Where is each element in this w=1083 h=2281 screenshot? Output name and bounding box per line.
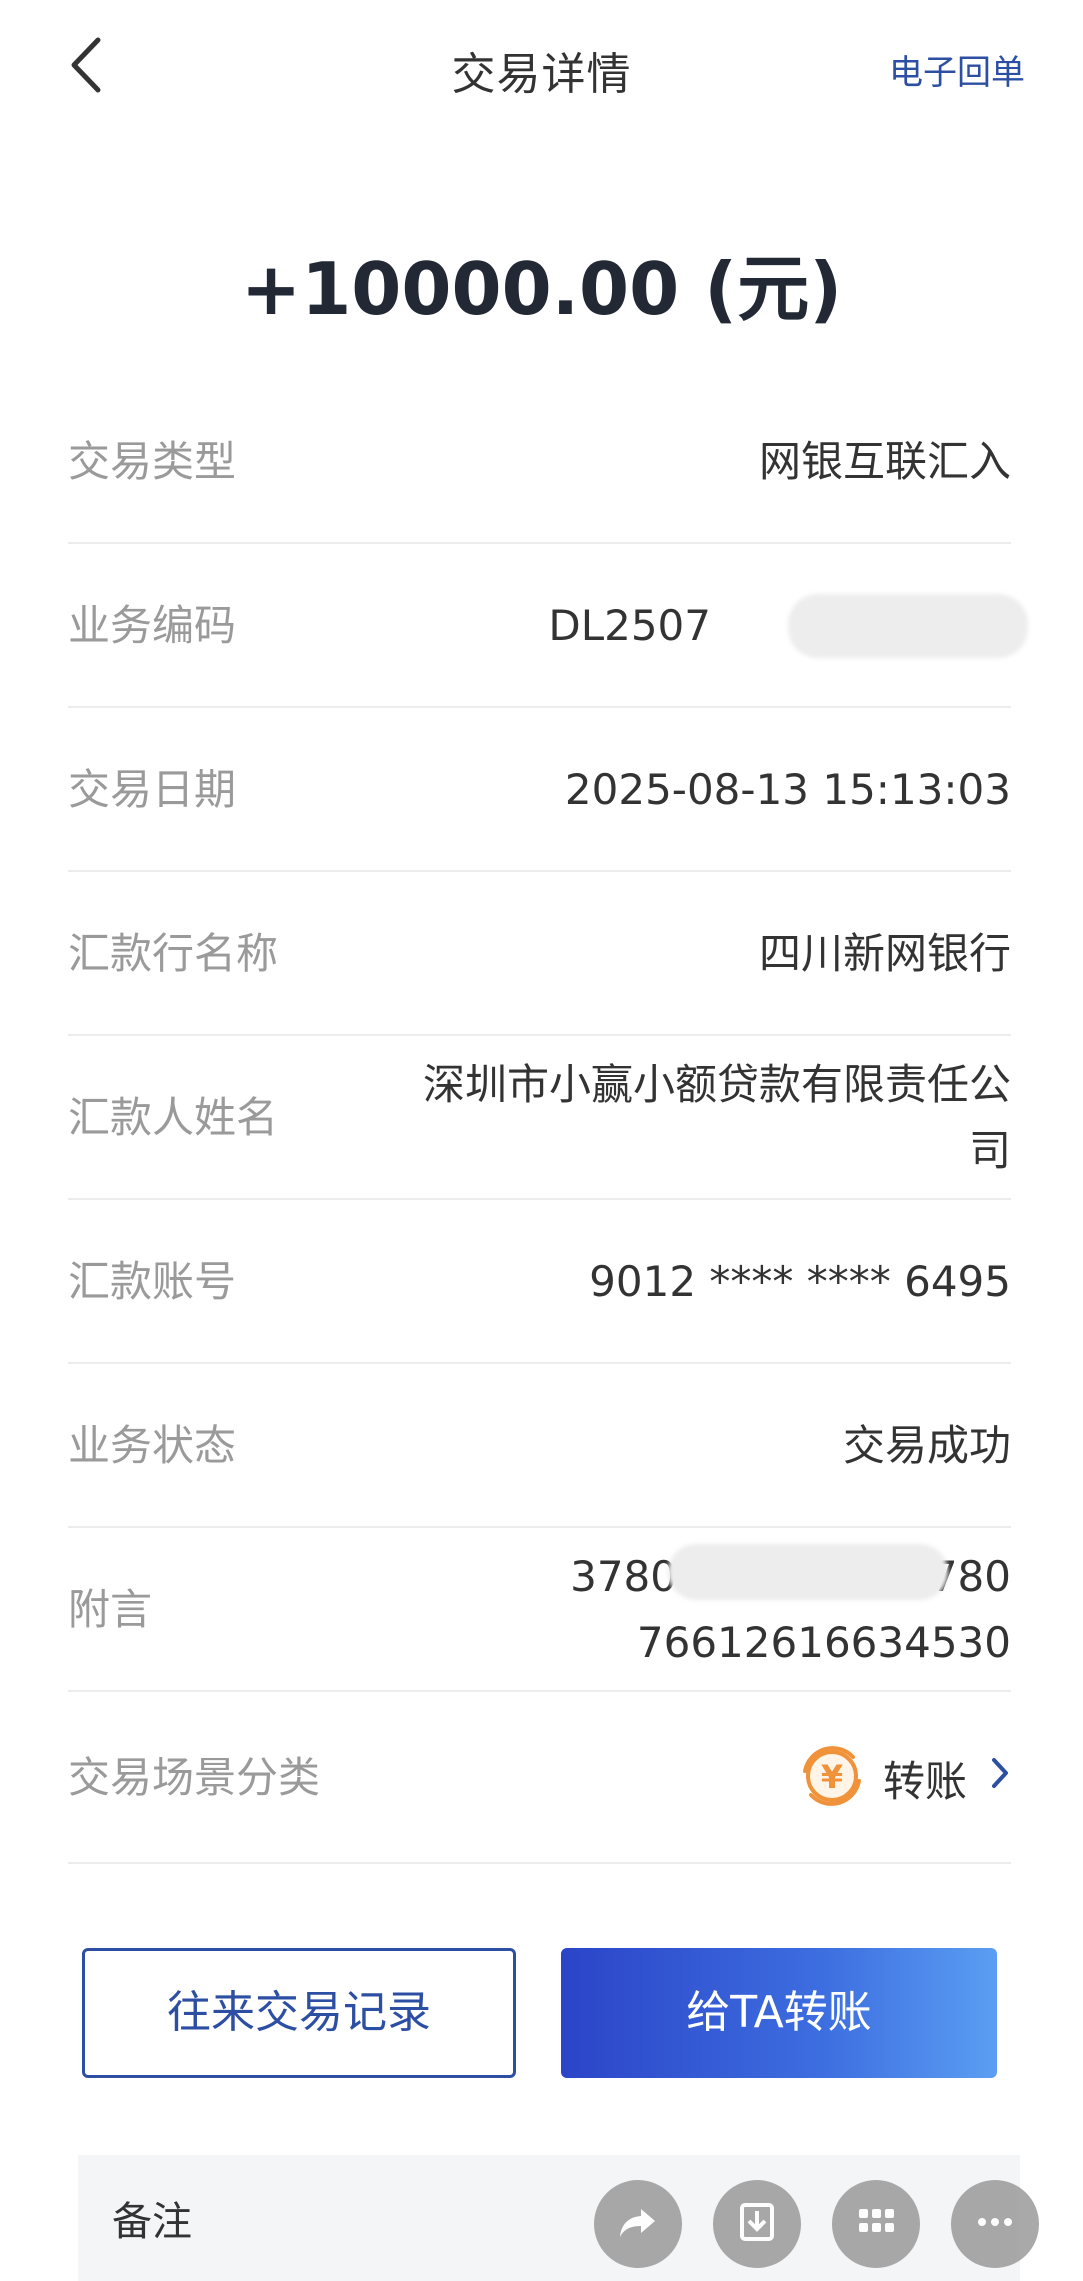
share-button[interactable] [594, 2180, 682, 2268]
row-value: 2025-08-13 15:13:03 [564, 765, 1011, 814]
remarks-label: 备注 [112, 2199, 192, 2245]
row-label: 交易日期 [68, 765, 237, 814]
row-value: 9012 **** **** 6495 [589, 1257, 1011, 1306]
row-value: 交易成功 [842, 1421, 1011, 1470]
grid-icon [851, 2197, 901, 2251]
row-value: 深圳市小赢小额贷款有限责任公司 [422, 1060, 1011, 1175]
detail-row-transaction-scene[interactable]: 交易场景分类 ¥ 转账 [68, 1692, 1011, 1864]
redaction-mask [788, 594, 1028, 658]
transfer-to-them-button[interactable]: 给TA转账 [561, 1948, 997, 2078]
transaction-history-button[interactable]: 往来交易记录 [82, 1948, 516, 2078]
detail-row-remitter-account: 汇款账号 9012 **** **** 6495 [68, 1200, 1011, 1364]
row-label: 业务状态 [68, 1421, 237, 1470]
detail-row-remitter-name: 汇款人姓名 深圳市小赢小额贷款有限责任公司 [68, 1036, 1011, 1200]
row-label: 汇款行名称 [68, 929, 279, 978]
row-value: 网银互联汇入 [758, 437, 1011, 486]
share-arrow-icon [613, 2197, 663, 2251]
row-value: 四川新网银行 [758, 929, 1011, 978]
download-button[interactable] [713, 2180, 801, 2268]
transaction-amount: +10000.00 (元) [240, 247, 843, 331]
header: 交易详情 电子回单 [0, 0, 1083, 140]
more-options-button[interactable] [951, 2180, 1039, 2268]
electronic-receipt-link[interactable]: 电子回单 [889, 45, 1025, 94]
row-label: 附言 [68, 1585, 153, 1634]
detail-row-business-code: 业务编码 DL2507 [68, 544, 1028, 708]
detail-row-business-status: 业务状态 交易成功 [68, 1364, 1011, 1528]
scene-text: 转账 [882, 1756, 967, 1806]
detail-row-postscript: 附言 378076294793 5780 76612616634530 [68, 1528, 1011, 1692]
chevron-right-icon [989, 1755, 1011, 1801]
detail-list: 交易类型 网银互联汇入 业务编码 DL2507 交易日期 2025-08-13 … [68, 380, 1028, 1864]
redaction-mask [668, 1544, 948, 1600]
row-label: 交易场景分类 [68, 1753, 321, 1802]
download-icon [732, 2197, 782, 2251]
scene-value[interactable]: ¥ 转账 [797, 1692, 1011, 1864]
row-label: 汇款人姓名 [68, 1093, 279, 1142]
yuan-symbol: ¥ [821, 1758, 843, 1796]
row-label: 业务编码 [68, 601, 237, 650]
row-label: 汇款账号 [68, 1257, 237, 1306]
row-label: 交易类型 [68, 437, 237, 486]
detail-row-transaction-type: 交易类型 网银互联汇入 [68, 380, 1011, 544]
more-dots-icon [970, 2197, 1020, 2251]
detail-row-remitting-bank: 汇款行名称 四川新网银行 [68, 872, 1011, 1036]
row-value: DL2507 [548, 601, 711, 650]
detail-row-transaction-date: 交易日期 2025-08-13 15:13:03 [68, 708, 1011, 872]
yuan-transfer-icon: ¥ [797, 1741, 867, 1815]
apps-grid-button[interactable] [832, 2180, 920, 2268]
